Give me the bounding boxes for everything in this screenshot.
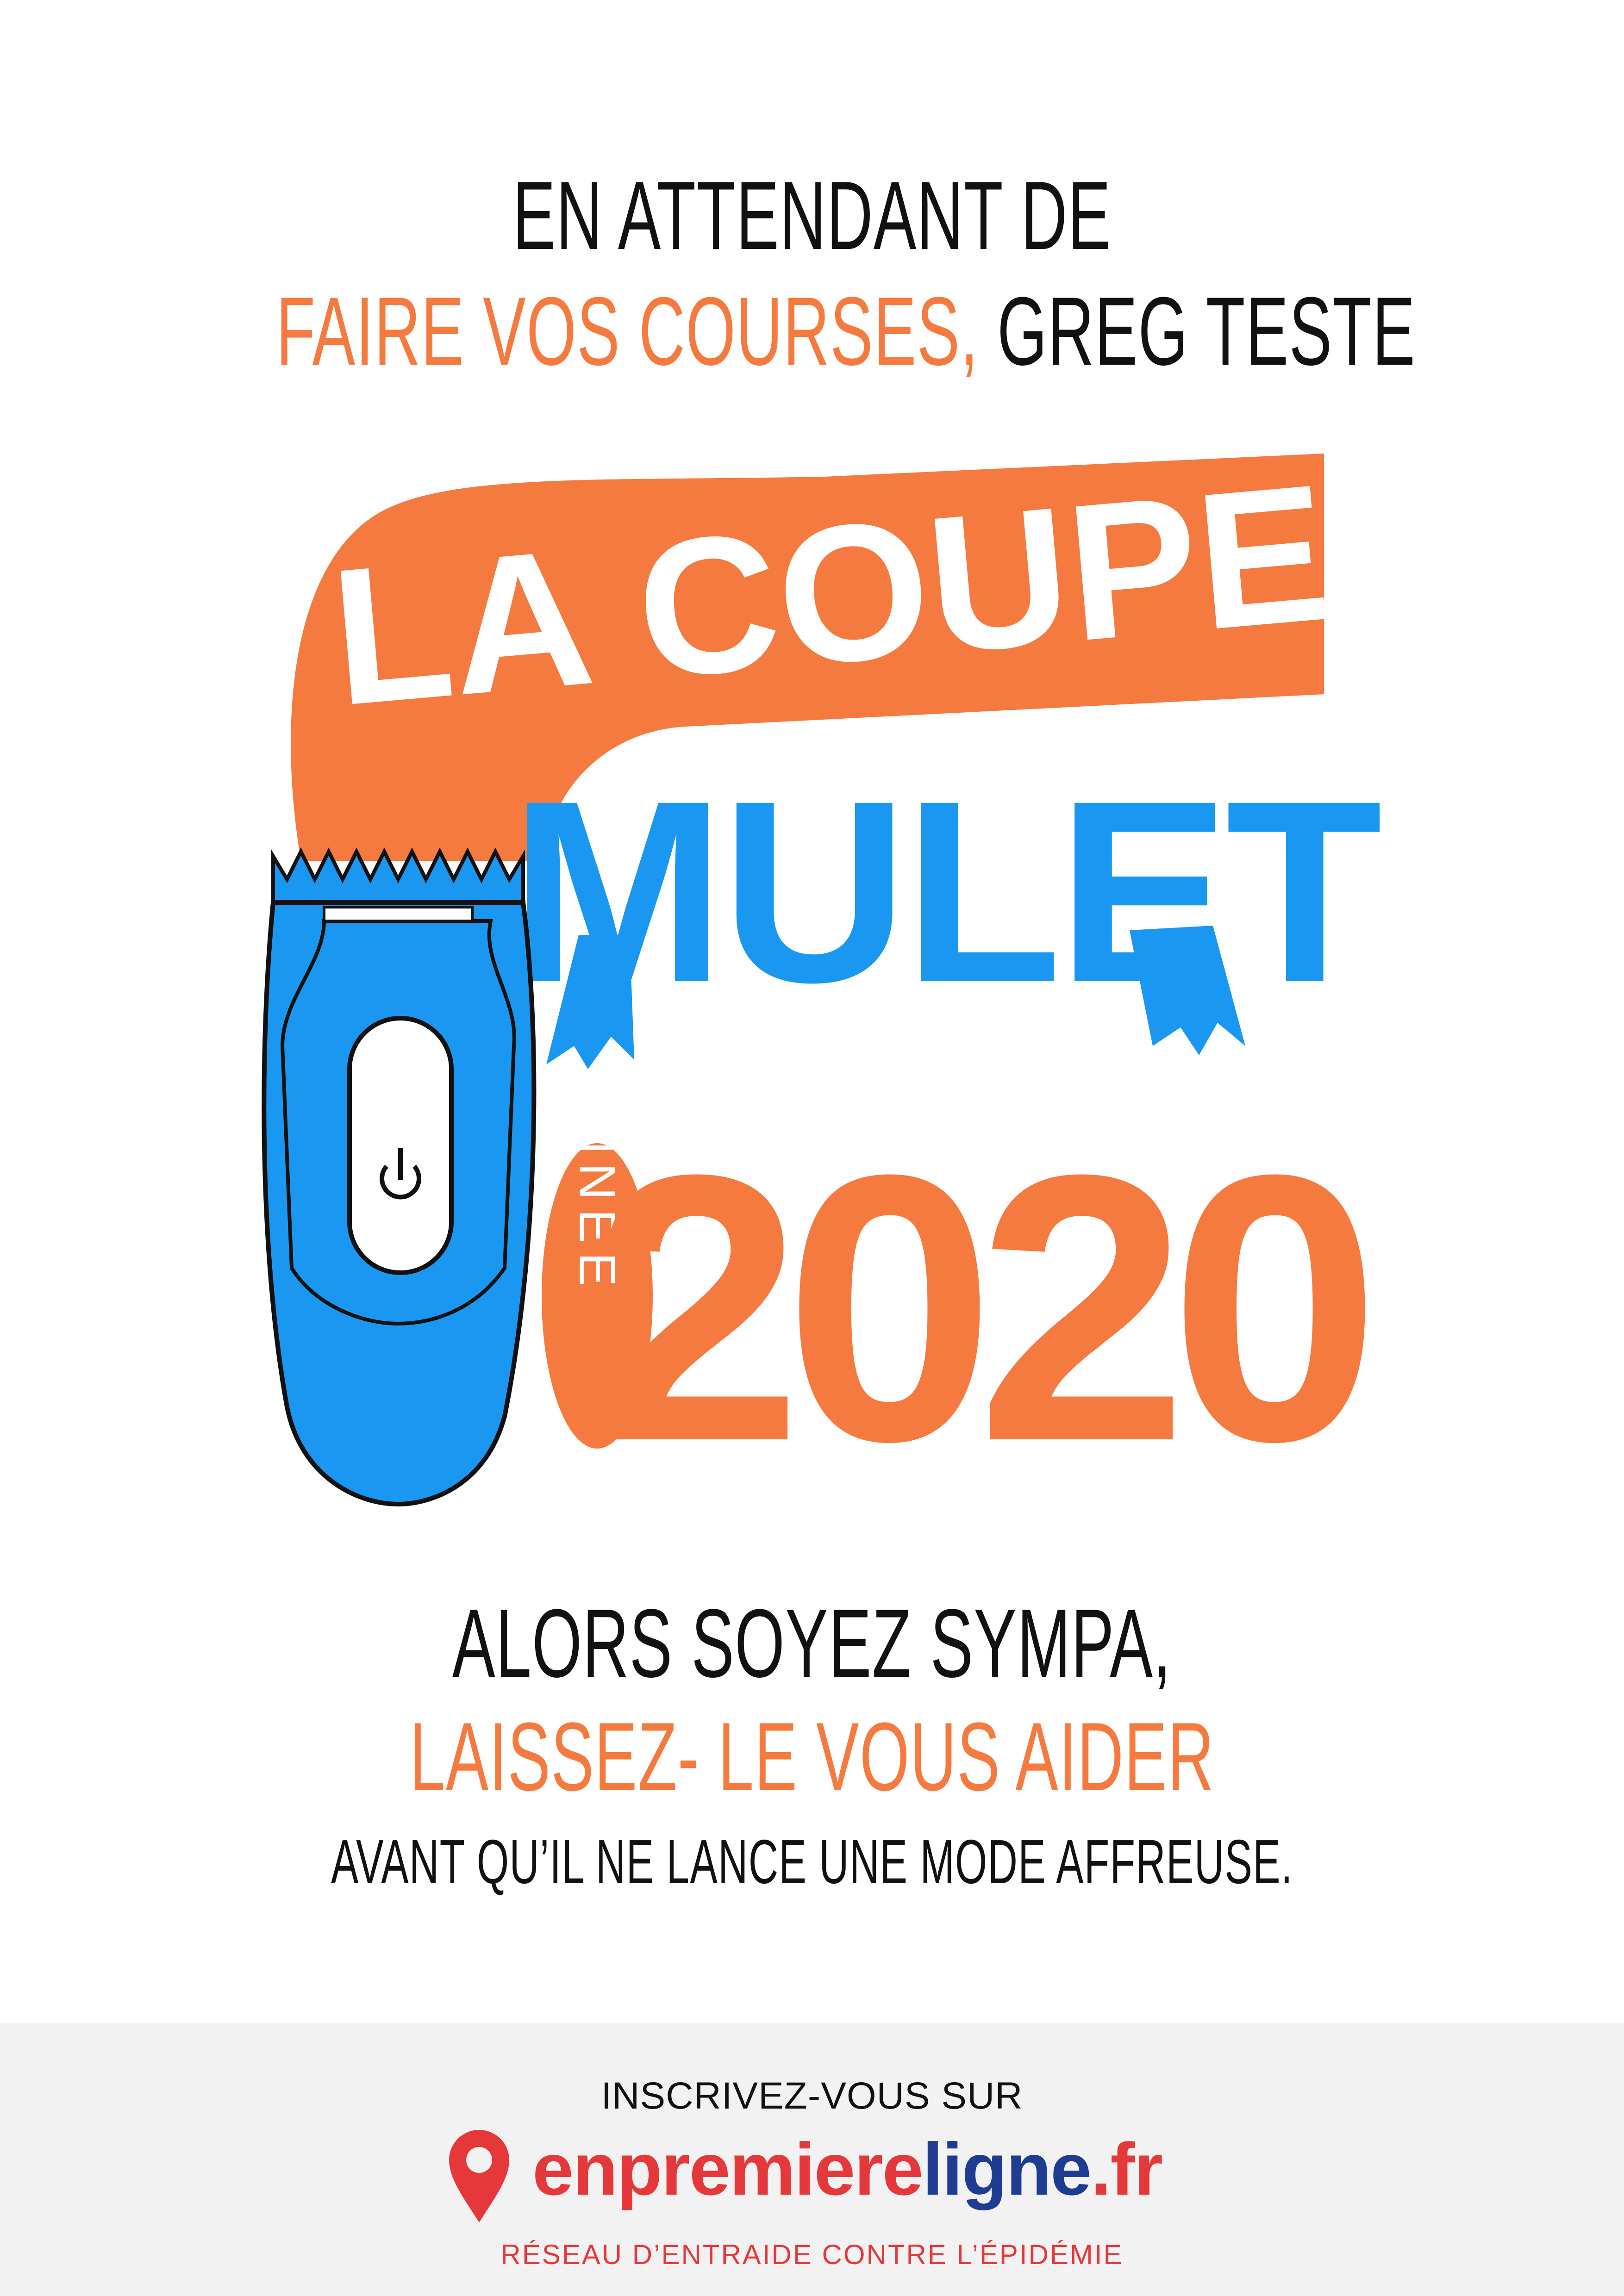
message-line-2: LAISSEZ- LE VOUS AIDER bbox=[409, 1702, 1215, 1811]
footer-tagline: RÉSEAU D’ENTRAIDE CONTRE L’ÉPIDÉMIE bbox=[500, 2239, 1124, 2270]
brand-row[interactable]: enpremiereligne.fr bbox=[0, 2128, 1624, 2229]
mulet-text: MULET bbox=[510, 747, 1380, 1036]
headline-highlight: FAIRE VOS COURSES, bbox=[276, 277, 979, 386]
headline-line-2: FAIRE VOS COURSES, GREG TESTE bbox=[276, 275, 1415, 387]
brand-part-1: enpremiere bbox=[532, 2128, 924, 2210]
year-text: 2020 bbox=[592, 1096, 1365, 1520]
headline-line-1: EN ATTENDANT DE bbox=[512, 161, 1112, 270]
message-line-1: ALORS SOYEZ SYMPA, bbox=[452, 1589, 1172, 1698]
map-pin-icon bbox=[449, 2130, 509, 2222]
footer: INSCRIVEZ-VOUS SUR enpremiereligne.fr RÉ… bbox=[0, 2023, 1624, 2296]
brand-part-3: .fr bbox=[1091, 2128, 1163, 2210]
mullet-illustration: LA COUPE MULET ANNÉE 2020 bbox=[222, 444, 1380, 1527]
hair-clipper-icon bbox=[262, 847, 537, 1507]
brand-part-2: ligne bbox=[922, 2128, 1092, 2210]
brand-link[interactable]: enpremiereligne.fr bbox=[532, 2132, 1163, 2206]
headline-rest: GREG TESTE bbox=[997, 277, 1416, 386]
message-line-3: AVANT QU’IL NE LANCE UNE MODE AFFREUSE. bbox=[331, 1827, 1293, 1897]
footer-cta: INSCRIVEZ-VOUS SUR bbox=[601, 2075, 1023, 2117]
